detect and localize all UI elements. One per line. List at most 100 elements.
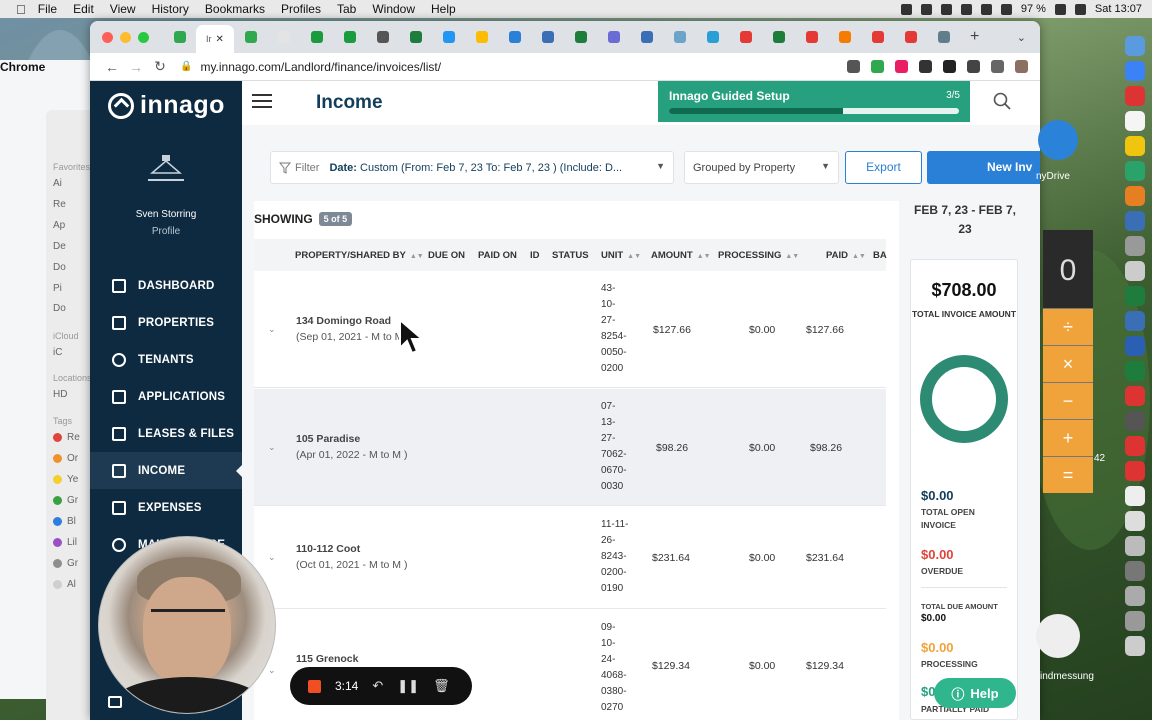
browser-tab[interactable] — [300, 25, 333, 49]
help-button[interactable]: ⓘ Help — [934, 678, 1016, 708]
compass-widget-icon[interactable] — [1036, 614, 1080, 658]
table-row[interactable]: ⌄ 110-112 Coot (Oct 01, 2021 - M to M ) … — [254, 507, 886, 609]
extension-icon[interactable] — [1015, 60, 1028, 73]
browser-tab[interactable] — [234, 25, 267, 49]
menu-bookmarks[interactable]: Bookmarks — [205, 2, 265, 16]
calc-minus-button[interactable]: − — [1043, 382, 1093, 419]
finder-tag[interactable]: Re — [53, 432, 80, 443]
sidebar-item-applications[interactable]: APPLICATIONS — [90, 378, 242, 415]
dock-app-icon[interactable] — [1125, 411, 1145, 431]
export-button[interactable]: Export — [845, 151, 922, 184]
dock-app-icon[interactable] — [1125, 336, 1145, 356]
dock-app-icon[interactable] — [1125, 611, 1145, 631]
url-text[interactable]: my.innago.com/Landlord/finance/invoices/… — [200, 60, 441, 74]
chevron-down-icon[interactable]: ⌄ — [268, 552, 276, 563]
lock-icon[interactable]: 🔒 — [180, 61, 192, 72]
guided-setup-banner[interactable]: Innago Guided Setup 3/5 — [658, 81, 970, 122]
column-header-processing[interactable]: PROCESSING ▲▼ — [718, 250, 799, 261]
browser-tab[interactable] — [663, 25, 696, 49]
browser-tab[interactable] — [894, 25, 927, 49]
chevron-down-icon[interactable]: ⌄ — [268, 665, 276, 676]
browser-tab[interactable] — [564, 25, 597, 49]
browser-tab[interactable] — [163, 25, 196, 49]
finder-item[interactable]: Do — [53, 303, 66, 314]
finder-item[interactable]: HD — [53, 389, 67, 400]
menu-window[interactable]: Window — [372, 2, 415, 16]
column-header-property[interactable]: PROPERTY/SHARED BY ▲▼ — [295, 250, 424, 261]
browser-tab[interactable] — [861, 25, 894, 49]
browser-tab[interactable] — [399, 25, 432, 49]
new-tab-icon[interactable]: + — [970, 28, 979, 46]
menu-history[interactable]: History — [152, 2, 189, 16]
menu-help[interactable]: Help — [431, 2, 456, 16]
column-header-id[interactable]: ID — [530, 250, 540, 261]
extension-icon[interactable] — [967, 60, 980, 73]
column-header-paid-on[interactable]: PAID ON — [478, 250, 517, 261]
sidebar-item-dashboard[interactable]: DASHBOARD — [90, 267, 242, 304]
menu-edit[interactable]: Edit — [73, 2, 94, 16]
sidebar-item-leases-files[interactable]: LEASES & FILES — [90, 415, 242, 452]
calc-plus-button[interactable]: + — [1043, 419, 1093, 456]
pause-icon[interactable]: ❚❚ — [397, 678, 419, 694]
dock-app-icon[interactable] — [1125, 311, 1145, 331]
sidebar-item-tenants[interactable]: TENANTS — [90, 341, 242, 378]
column-header-amount[interactable]: AMOUNT ▲▼ — [651, 250, 711, 261]
dock-app-icon[interactable] — [1125, 136, 1145, 156]
calc-equals-button[interactable]: = — [1043, 456, 1093, 493]
battery-icon[interactable] — [1054, 3, 1066, 15]
extension-icon[interactable] — [871, 60, 884, 73]
menubar-clock[interactable]: Sat 13:07 — [1095, 3, 1142, 15]
extension-icon[interactable] — [895, 60, 908, 73]
browser-tab[interactable] — [597, 25, 630, 49]
browser-tab[interactable] — [795, 25, 828, 49]
column-header-status[interactable]: STATUS — [552, 250, 589, 261]
finder-item[interactable]: Do — [53, 262, 66, 273]
reload-icon[interactable]: ↻ — [148, 58, 172, 75]
calc-multiply-button[interactable]: × — [1043, 345, 1093, 382]
browser-tab[interactable] — [729, 25, 762, 49]
browser-tab[interactable] — [531, 25, 564, 49]
extension-icon[interactable] — [919, 60, 932, 73]
finder-tag[interactable]: Al — [53, 579, 76, 590]
browser-tab[interactable] — [432, 25, 465, 49]
menu-profiles[interactable]: Profiles — [281, 2, 321, 16]
finder-tag[interactable]: Ye — [53, 474, 78, 485]
dock-app-icon[interactable] — [1125, 461, 1145, 481]
wifi-icon[interactable] — [980, 3, 992, 15]
chevron-down-icon[interactable]: ⌄ — [268, 324, 276, 335]
dock-app-icon[interactable] — [1125, 86, 1145, 106]
trash-icon[interactable]: 🗑 — [433, 678, 450, 694]
sidebar-item-income[interactable]: INCOME — [90, 452, 242, 489]
browser-tab[interactable] — [828, 25, 861, 49]
finder-item[interactable]: Re — [53, 199, 66, 210]
screen-icon[interactable] — [960, 3, 972, 15]
back-icon[interactable]: ← — [100, 59, 124, 75]
finder-tag[interactable]: Gr — [53, 495, 78, 506]
column-header-due-on[interactable]: DUE ON — [428, 250, 465, 261]
finder-item[interactable]: Ai — [53, 178, 62, 189]
forward-icon[interactable]: → — [124, 59, 148, 75]
dock-app-icon[interactable] — [1125, 111, 1145, 131]
sidebar-item-properties[interactable]: PROPERTIES — [90, 304, 242, 341]
menu-file[interactable]: File — [38, 2, 57, 16]
close-tab-icon[interactable]: ✕ — [216, 34, 224, 45]
dock-app-icon[interactable] — [1125, 186, 1145, 206]
sidebar-item-expenses[interactable]: EXPENSES — [90, 489, 242, 526]
browser-tab[interactable] — [630, 25, 663, 49]
close-window-icon[interactable] — [102, 31, 113, 43]
finder-item[interactable]: iC — [53, 347, 62, 358]
finder-tag[interactable]: Bl — [53, 516, 76, 527]
dock-app-icon[interactable] — [1125, 361, 1145, 381]
dock-app-icon[interactable] — [1125, 286, 1145, 306]
dock-app-icon[interactable] — [1125, 436, 1145, 456]
camera-icon[interactable] — [940, 3, 952, 15]
browser-tab-active[interactable]: Ir ✕ — [196, 25, 234, 53]
dock-app-icon[interactable] — [1125, 561, 1145, 581]
browser-tab[interactable] — [927, 25, 960, 49]
dock-app-icon[interactable] — [1125, 36, 1145, 56]
menu-view[interactable]: View — [110, 2, 136, 16]
browser-tab[interactable] — [696, 25, 729, 49]
browser-tab[interactable] — [465, 25, 498, 49]
minimize-window-icon[interactable] — [120, 31, 131, 43]
zoom-window-icon[interactable] — [138, 31, 149, 43]
